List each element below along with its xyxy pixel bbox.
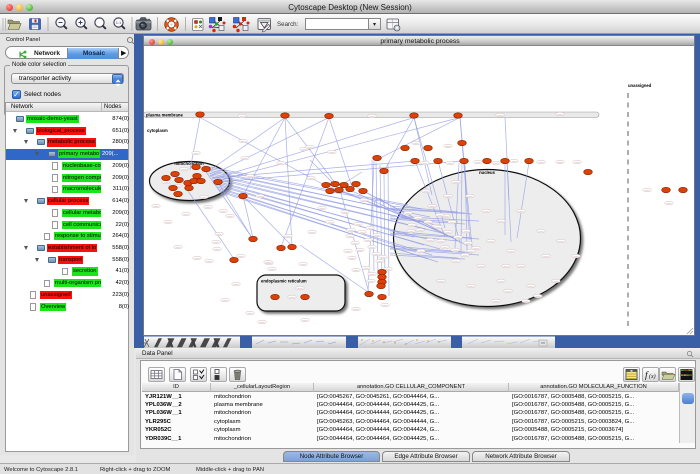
svg-text:(x): (x): [649, 373, 656, 380]
svg-text:cytoplasm: cytoplasm: [147, 128, 168, 133]
svg-text:unassigned: unassigned: [628, 83, 652, 88]
svg-text:1:1: 1:1: [116, 20, 122, 25]
svg-text:nucleus: nucleus: [479, 170, 495, 175]
svg-text:plasma membrane: plasma membrane: [146, 112, 183, 117]
svg-text:endoplasmic reticulum: endoplasmic reticulum: [261, 279, 307, 284]
